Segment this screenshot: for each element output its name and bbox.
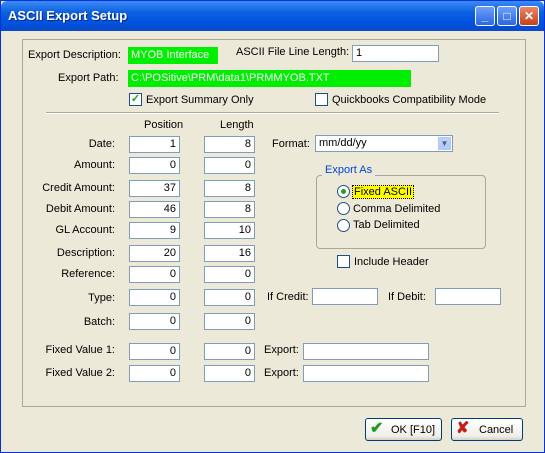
export-path-field[interactable]: C:\POSitive\PRM\data1\PRMMYOB.TXT	[128, 70, 411, 87]
field-label-batch: Batch:	[83, 316, 115, 328]
description-position-input[interactable]: 20	[129, 245, 180, 262]
if-credit-input[interactable]	[312, 288, 378, 305]
quickbooks-checkbox[interactable]	[315, 93, 328, 106]
debit-amount-position-input[interactable]: 46	[129, 201, 180, 218]
export-path-label: Export Path:	[58, 72, 119, 84]
batch-position-input[interactable]: 0	[129, 313, 180, 330]
credit-amount-position-input[interactable]: 37	[129, 180, 180, 197]
field-label-gl-account: GL Account:	[55, 224, 115, 236]
line-length-field[interactable]: 1	[352, 45, 439, 62]
export-setup-window: ASCII Export Setup _ □ ✕ Export Descript…	[0, 0, 545, 453]
field-label-reference: Reference:	[61, 268, 115, 280]
export-summary-label: Export Summary Only	[146, 94, 254, 106]
include-header-checkbox[interactable]	[337, 255, 350, 268]
credit-amount-length-input[interactable]: 8	[204, 180, 255, 197]
export-as-title: Export As	[322, 164, 376, 176]
quickbooks-label: Quickbooks Compatibility Mode	[332, 94, 487, 106]
cancel-button-label: Cancel	[479, 424, 514, 436]
radio-comma-delimited[interactable]	[337, 202, 350, 215]
field-label-credit-amount: Credit Amount:	[42, 182, 115, 194]
position-column-header: Position	[144, 119, 184, 131]
ok-button[interactable]: ✔ OK [F10]	[365, 418, 442, 441]
length-column-header: Length	[220, 119, 254, 131]
fixed-value-2-export-label: Export:	[264, 367, 299, 379]
fixed-ascii-label[interactable]: Fixed ASCII	[352, 185, 415, 199]
fixed-value-2-position-input[interactable]: 0	[129, 365, 180, 382]
if-debit-input[interactable]	[435, 288, 501, 305]
export-description-field[interactable]: MYOB Interface	[128, 47, 218, 64]
type-length-input[interactable]: 0	[204, 289, 255, 306]
chevron-down-icon[interactable]: ▼	[438, 137, 451, 150]
format-select[interactable]: mm/dd/yy ▼	[315, 135, 453, 152]
fixed-value-1-label: Fixed Value 1:	[45, 344, 115, 356]
radio-tab-delimited[interactable]	[337, 219, 350, 232]
export-summary-checkbox[interactable]: ✓	[129, 93, 142, 106]
field-label-type: Type:	[88, 292, 115, 304]
gl-account-position-input[interactable]: 9	[129, 222, 180, 239]
fixed-value-2-label: Fixed Value 2:	[45, 367, 115, 379]
amount-length-input[interactable]: 0	[204, 157, 255, 174]
batch-length-input[interactable]: 0	[204, 313, 255, 330]
field-label-amount: Amount:	[74, 159, 115, 171]
description-length-input[interactable]: 16	[204, 245, 255, 262]
checkmark-icon: ✔	[370, 420, 384, 437]
cancel-button[interactable]: ✘ Cancel	[451, 418, 523, 441]
ok-button-label: OK [F10]	[391, 424, 436, 436]
maximize-icon[interactable]: □	[497, 6, 517, 26]
fixed-value-2-length-input[interactable]: 0	[204, 365, 255, 382]
debit-amount-length-input[interactable]: 8	[204, 201, 255, 218]
fixed-value-1-position-input[interactable]: 0	[129, 343, 180, 360]
format-value: mm/dd/yy	[319, 137, 367, 149]
minimize-icon[interactable]: _	[475, 6, 495, 26]
format-label: Format:	[272, 138, 310, 150]
fixed-value-1-export-label: Export:	[264, 344, 299, 356]
cancel-x-icon: ✘	[456, 420, 470, 437]
if-credit-label: If Credit:	[267, 291, 309, 303]
field-label-debit-amount: Debit Amount:	[45, 203, 115, 215]
if-debit-label: If Debit:	[388, 291, 426, 303]
radio-fixed-ascii[interactable]	[337, 185, 350, 198]
line-length-label: ASCII File Line Length:	[236, 46, 350, 58]
divider	[46, 112, 499, 114]
fixed-value-1-length-input[interactable]: 0	[204, 343, 255, 360]
amount-position-input[interactable]: 0	[129, 157, 180, 174]
reference-length-input[interactable]: 0	[204, 266, 255, 283]
tab-delimited-label[interactable]: Tab Delimited	[353, 219, 420, 231]
reference-position-input[interactable]: 0	[129, 266, 180, 283]
fixed-value-1-export-input[interactable]	[303, 343, 429, 360]
date-length-input[interactable]: 8	[204, 136, 255, 153]
include-header-label: Include Header	[354, 256, 429, 268]
type-position-input[interactable]: 0	[129, 289, 180, 306]
close-icon[interactable]: ✕	[519, 6, 539, 26]
date-position-input[interactable]: 1	[129, 136, 180, 153]
field-label-date: Date:	[88, 138, 115, 150]
field-label-description: Description:	[56, 247, 115, 259]
comma-delimited-label[interactable]: Comma Delimited	[353, 203, 440, 215]
fixed-value-2-export-input[interactable]	[303, 365, 429, 382]
title-bar[interactable]: ASCII Export Setup _ □ ✕	[1, 1, 544, 31]
window-title: ASCII Export Setup	[8, 8, 128, 23]
export-description-label: Export Description:	[28, 49, 121, 61]
gl-account-length-input[interactable]: 10	[204, 222, 255, 239]
